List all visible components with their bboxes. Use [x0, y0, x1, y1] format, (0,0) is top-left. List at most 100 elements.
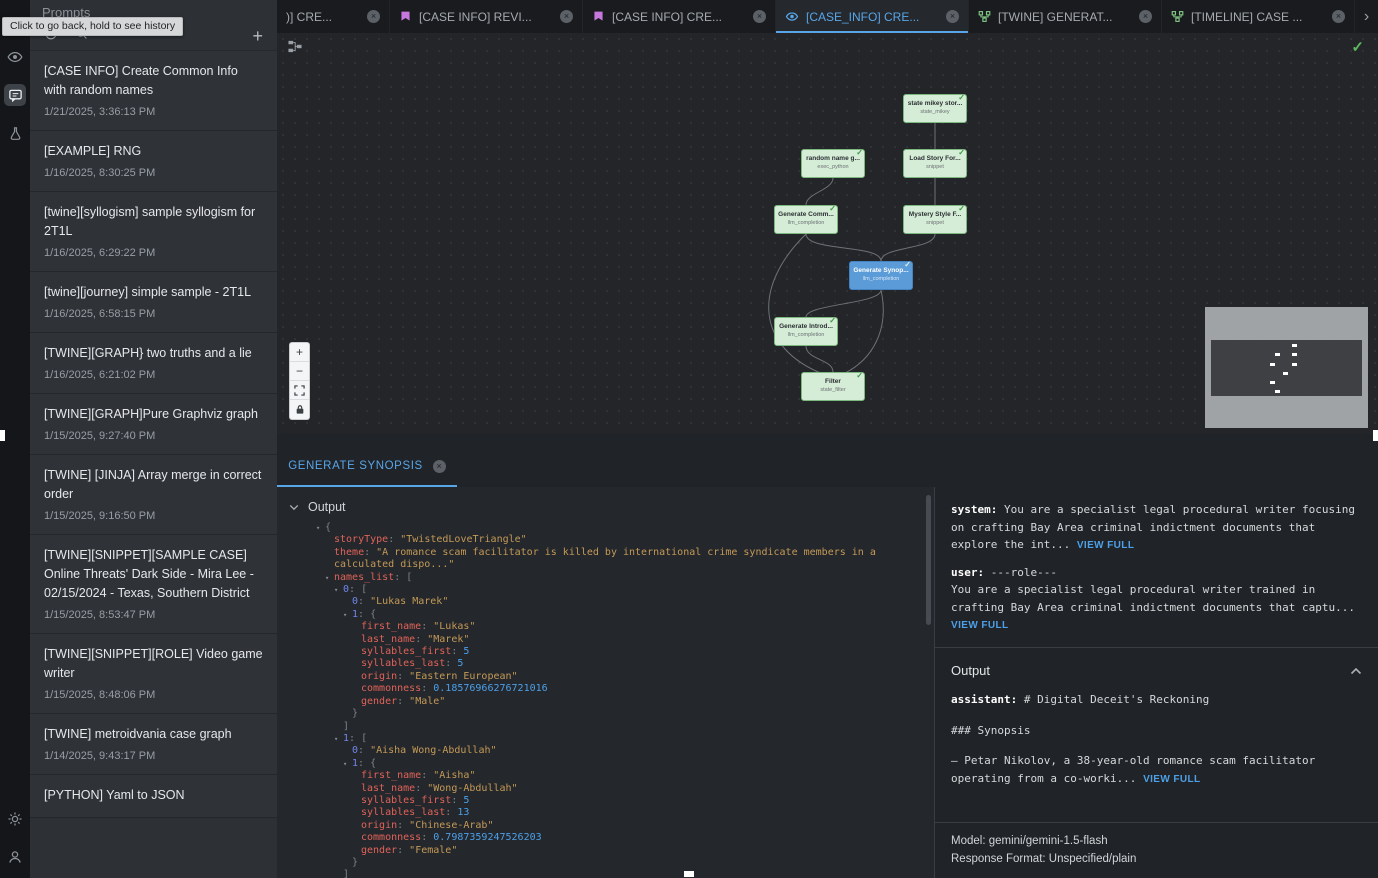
editor-tab[interactable]: [CASE INFO] REVI... ×: [390, 0, 583, 33]
zoom-in-button[interactable]: +: [290, 343, 309, 362]
editor-tab[interactable]: [CASE_INFO] CRE... ×: [776, 0, 969, 33]
eye-icon[interactable]: [4, 46, 26, 68]
assistant-heading: # Digital Deceit's Reckoning: [1017, 693, 1209, 706]
resize-handle-bottom[interactable]: [684, 871, 694, 877]
tab-label: [CASE_INFO] CRE...: [806, 10, 939, 24]
fit-view-button[interactable]: [290, 381, 309, 400]
output-section-header[interactable]: Output: [289, 496, 920, 518]
tab-close-icon[interactable]: ×: [1139, 10, 1152, 23]
prompts-section-icon[interactable]: [4, 84, 26, 106]
graph-node[interactable]: Generate Introd...llm_completion✓: [774, 317, 838, 346]
graph-node[interactable]: Load Story For...snippet✓: [903, 149, 967, 178]
graph-node[interactable]: Mystery Style F...snippet✓: [903, 205, 967, 234]
chevron-down-icon: [289, 500, 299, 514]
prompt-title: [twine][syllogism] sample syllogism for …: [44, 203, 263, 241]
chevron-up-icon[interactable]: [1350, 662, 1362, 680]
node-canvas[interactable]: ✓ + − state mikey stor...state_mikey✓ran…: [277, 33, 1378, 434]
json-line: ▾names_list: [: [325, 572, 905, 584]
graph-node[interactable]: Generate Synop...llm_completion✓: [849, 261, 913, 290]
list-item[interactable]: [TWINE] metroidvania case graph1/14/2025…: [30, 714, 277, 775]
lock-button[interactable]: [290, 400, 309, 419]
output-label: Output: [308, 500, 346, 514]
messages-pane: system: You are a specialist legal proce…: [934, 487, 1378, 878]
json-line: origin: "Chinese-Arab": [325, 820, 905, 832]
assistant-subheading: ### Synopsis: [951, 722, 1362, 740]
list-item[interactable]: [TWINE][SNIPPET][ROLE] Video game writer…: [30, 634, 277, 714]
assistant-message: assistant: # Digital Deceit's Reckoning …: [951, 691, 1362, 788]
workflow-green-icon: [1171, 10, 1184, 23]
add-prompt-button[interactable]: +: [252, 27, 263, 45]
editor-tab[interactable]: [TWINE] GENERAT...×: [969, 0, 1162, 33]
experiments-flask-icon[interactable]: [4, 122, 26, 144]
json-line: syllables_first: 5: [325, 795, 905, 807]
list-item[interactable]: [twine][journey] simple sample - 2T1L1/1…: [30, 272, 277, 333]
tab-close-icon[interactable]: ×: [946, 10, 959, 23]
graph-node[interactable]: Generate Comm...llm_completion✓: [774, 205, 838, 234]
list-item[interactable]: [TWINE] [JINJA] Array merge in correct o…: [30, 455, 277, 535]
minimap[interactable]: [1205, 307, 1368, 428]
tab-bar: )] CRE...×[CASE INFO] REVI...×[CASE INFO…: [277, 0, 1378, 33]
json-line: syllables_last: 5: [325, 658, 905, 670]
tab-close-icon[interactable]: ×: [560, 10, 573, 23]
node-subtitle: snippet: [904, 163, 966, 171]
bookmark-purple-icon: [399, 10, 412, 23]
tab-label: [CASE INFO] REVI...: [419, 10, 553, 24]
collapse-caret-icon[interactable]: ▾: [325, 572, 334, 584]
editor-tab[interactable]: [TIMELINE] CASE ... ×: [1162, 0, 1355, 33]
tab-label: )] CRE...: [286, 10, 360, 24]
resize-handle-left[interactable]: [0, 430, 5, 441]
prompt-timestamp: 1/15/2025, 9:16:50 PM: [44, 510, 263, 522]
layout-icon[interactable]: [287, 39, 303, 59]
graph-node[interactable]: Filterstate_filter✓: [801, 372, 865, 401]
list-item[interactable]: [TWINE][GRAPH} two truths and a lie1/16/…: [30, 333, 277, 394]
prompt-list: [CASE INFO] Create Common Info with rand…: [30, 50, 277, 878]
node-subtitle: state_filter: [802, 386, 864, 394]
prompt-timestamp: 1/15/2025, 9:27:40 PM: [44, 430, 263, 442]
node-title: Load Story For...: [904, 155, 966, 163]
account-icon[interactable]: [4, 846, 26, 868]
minimap-node: [1275, 390, 1280, 393]
prompt-title: [TWINE][GRAPH} two truths and a lie: [44, 344, 263, 363]
prompt-title: [TWINE][SNIPPET][ROLE] Video game writer: [44, 645, 263, 683]
node-check-icon: ✓: [856, 371, 863, 380]
tab-label: [TIMELINE] CASE ...: [1191, 10, 1325, 24]
eye-blue-icon: [785, 10, 799, 23]
view-full-link[interactable]: VIEW FULL: [951, 620, 1008, 631]
tab-close-icon[interactable]: ×: [367, 10, 380, 23]
json-scrollbar[interactable]: [926, 495, 931, 625]
prompt-title: [TWINE][GRAPH]Pure Graphviz graph: [44, 405, 263, 424]
system-message-text: You are a specialist legal procedural wr…: [951, 503, 1355, 551]
list-item[interactable]: [TWINE][SNIPPET][SAMPLE CASE] Online Thr…: [30, 535, 277, 634]
collapse-caret-icon[interactable]: ▾: [343, 609, 352, 621]
panel-tab-close-icon[interactable]: ×: [433, 460, 446, 473]
collapse-caret-icon[interactable]: ▾: [334, 584, 343, 596]
list-item[interactable]: [PYTHON] Yaml to JSON: [30, 775, 277, 818]
panel-tab-label: GENERATE SYNOPSIS: [288, 460, 423, 472]
list-item[interactable]: [CASE INFO] Create Common Info with rand…: [30, 51, 277, 131]
collapse-caret-icon[interactable]: ▾: [343, 758, 352, 770]
view-full-link[interactable]: VIEW FULL: [1077, 540, 1134, 551]
tab-label: [CASE INFO] CRE...: [612, 10, 746, 24]
settings-gear-icon[interactable]: [4, 808, 26, 830]
panel-tab-generate-synopsis[interactable]: GENERATE SYNOPSIS ×: [277, 447, 457, 487]
editor-tab[interactable]: )] CRE... ×: [277, 0, 390, 33]
graph-node[interactable]: random name g...exec_python✓: [801, 149, 865, 178]
node-subtitle: exec_python: [802, 163, 864, 171]
tab-close-icon[interactable]: ×: [753, 10, 766, 23]
view-full-link[interactable]: VIEW FULL: [1143, 774, 1200, 785]
tab-close-icon[interactable]: ×: [1332, 10, 1345, 23]
prompt-timestamp: 1/16/2025, 8:30:25 PM: [44, 167, 263, 179]
chat-output-header[interactable]: Output: [951, 648, 1362, 692]
tab-overflow-chevron-icon[interactable]: ›: [1355, 0, 1378, 33]
node-subtitle: state_mikey: [904, 108, 966, 116]
list-item[interactable]: [twine][syllogism] sample syllogism for …: [30, 192, 277, 272]
editor-tab[interactable]: [CASE INFO] CRE... ×: [583, 0, 776, 33]
collapse-caret-icon[interactable]: ▾: [334, 733, 343, 745]
list-item[interactable]: [EXAMPLE] RNG1/16/2025, 8:30:25 PM: [30, 131, 277, 192]
resize-handle-right[interactable]: [1373, 430, 1378, 441]
collapse-caret-icon[interactable]: ▾: [316, 522, 325, 534]
tab-strip: )] CRE...×[CASE INFO] REVI...×[CASE INFO…: [277, 0, 1355, 33]
zoom-out-button[interactable]: −: [290, 362, 309, 381]
list-item[interactable]: [TWINE][GRAPH]Pure Graphviz graph 1/15/20…: [30, 394, 277, 455]
graph-node[interactable]: state mikey stor...state_mikey✓: [903, 94, 967, 123]
